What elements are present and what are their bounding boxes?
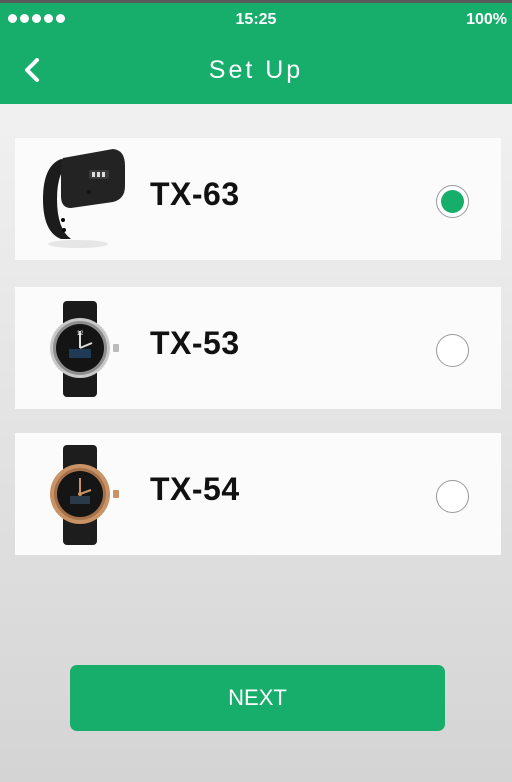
silver-watch-image: 12 [50, 301, 119, 397]
device-name: TX-53 [150, 325, 240, 361]
app-header: 15:25 100% Set Up [0, 0, 512, 104]
device-name: TX-63 [150, 176, 240, 212]
device-name: TX-54 [150, 471, 240, 507]
status-bar: 15:25 100% [0, 3, 512, 37]
device-option-tx-63[interactable]: TX-63 [15, 138, 501, 260]
rose-gold-watch-image [50, 445, 119, 545]
device-radio-button[interactable] [436, 334, 469, 367]
battery-level: 100% [466, 11, 507, 28]
svg-text:12: 12 [77, 331, 84, 337]
device-radio-button[interactable] [436, 480, 469, 513]
device-radio-button[interactable] [436, 185, 469, 218]
page-title: Set Up [208, 56, 304, 84]
device-option-tx-53[interactable]: 12 TX-53 [15, 287, 501, 409]
fitness-band-image [43, 149, 125, 248]
next-button[interactable]: NEXT [70, 665, 445, 731]
device-option-tx-54[interactable]: TX-54 [15, 433, 501, 555]
status-time: 15:25 [235, 11, 277, 28]
